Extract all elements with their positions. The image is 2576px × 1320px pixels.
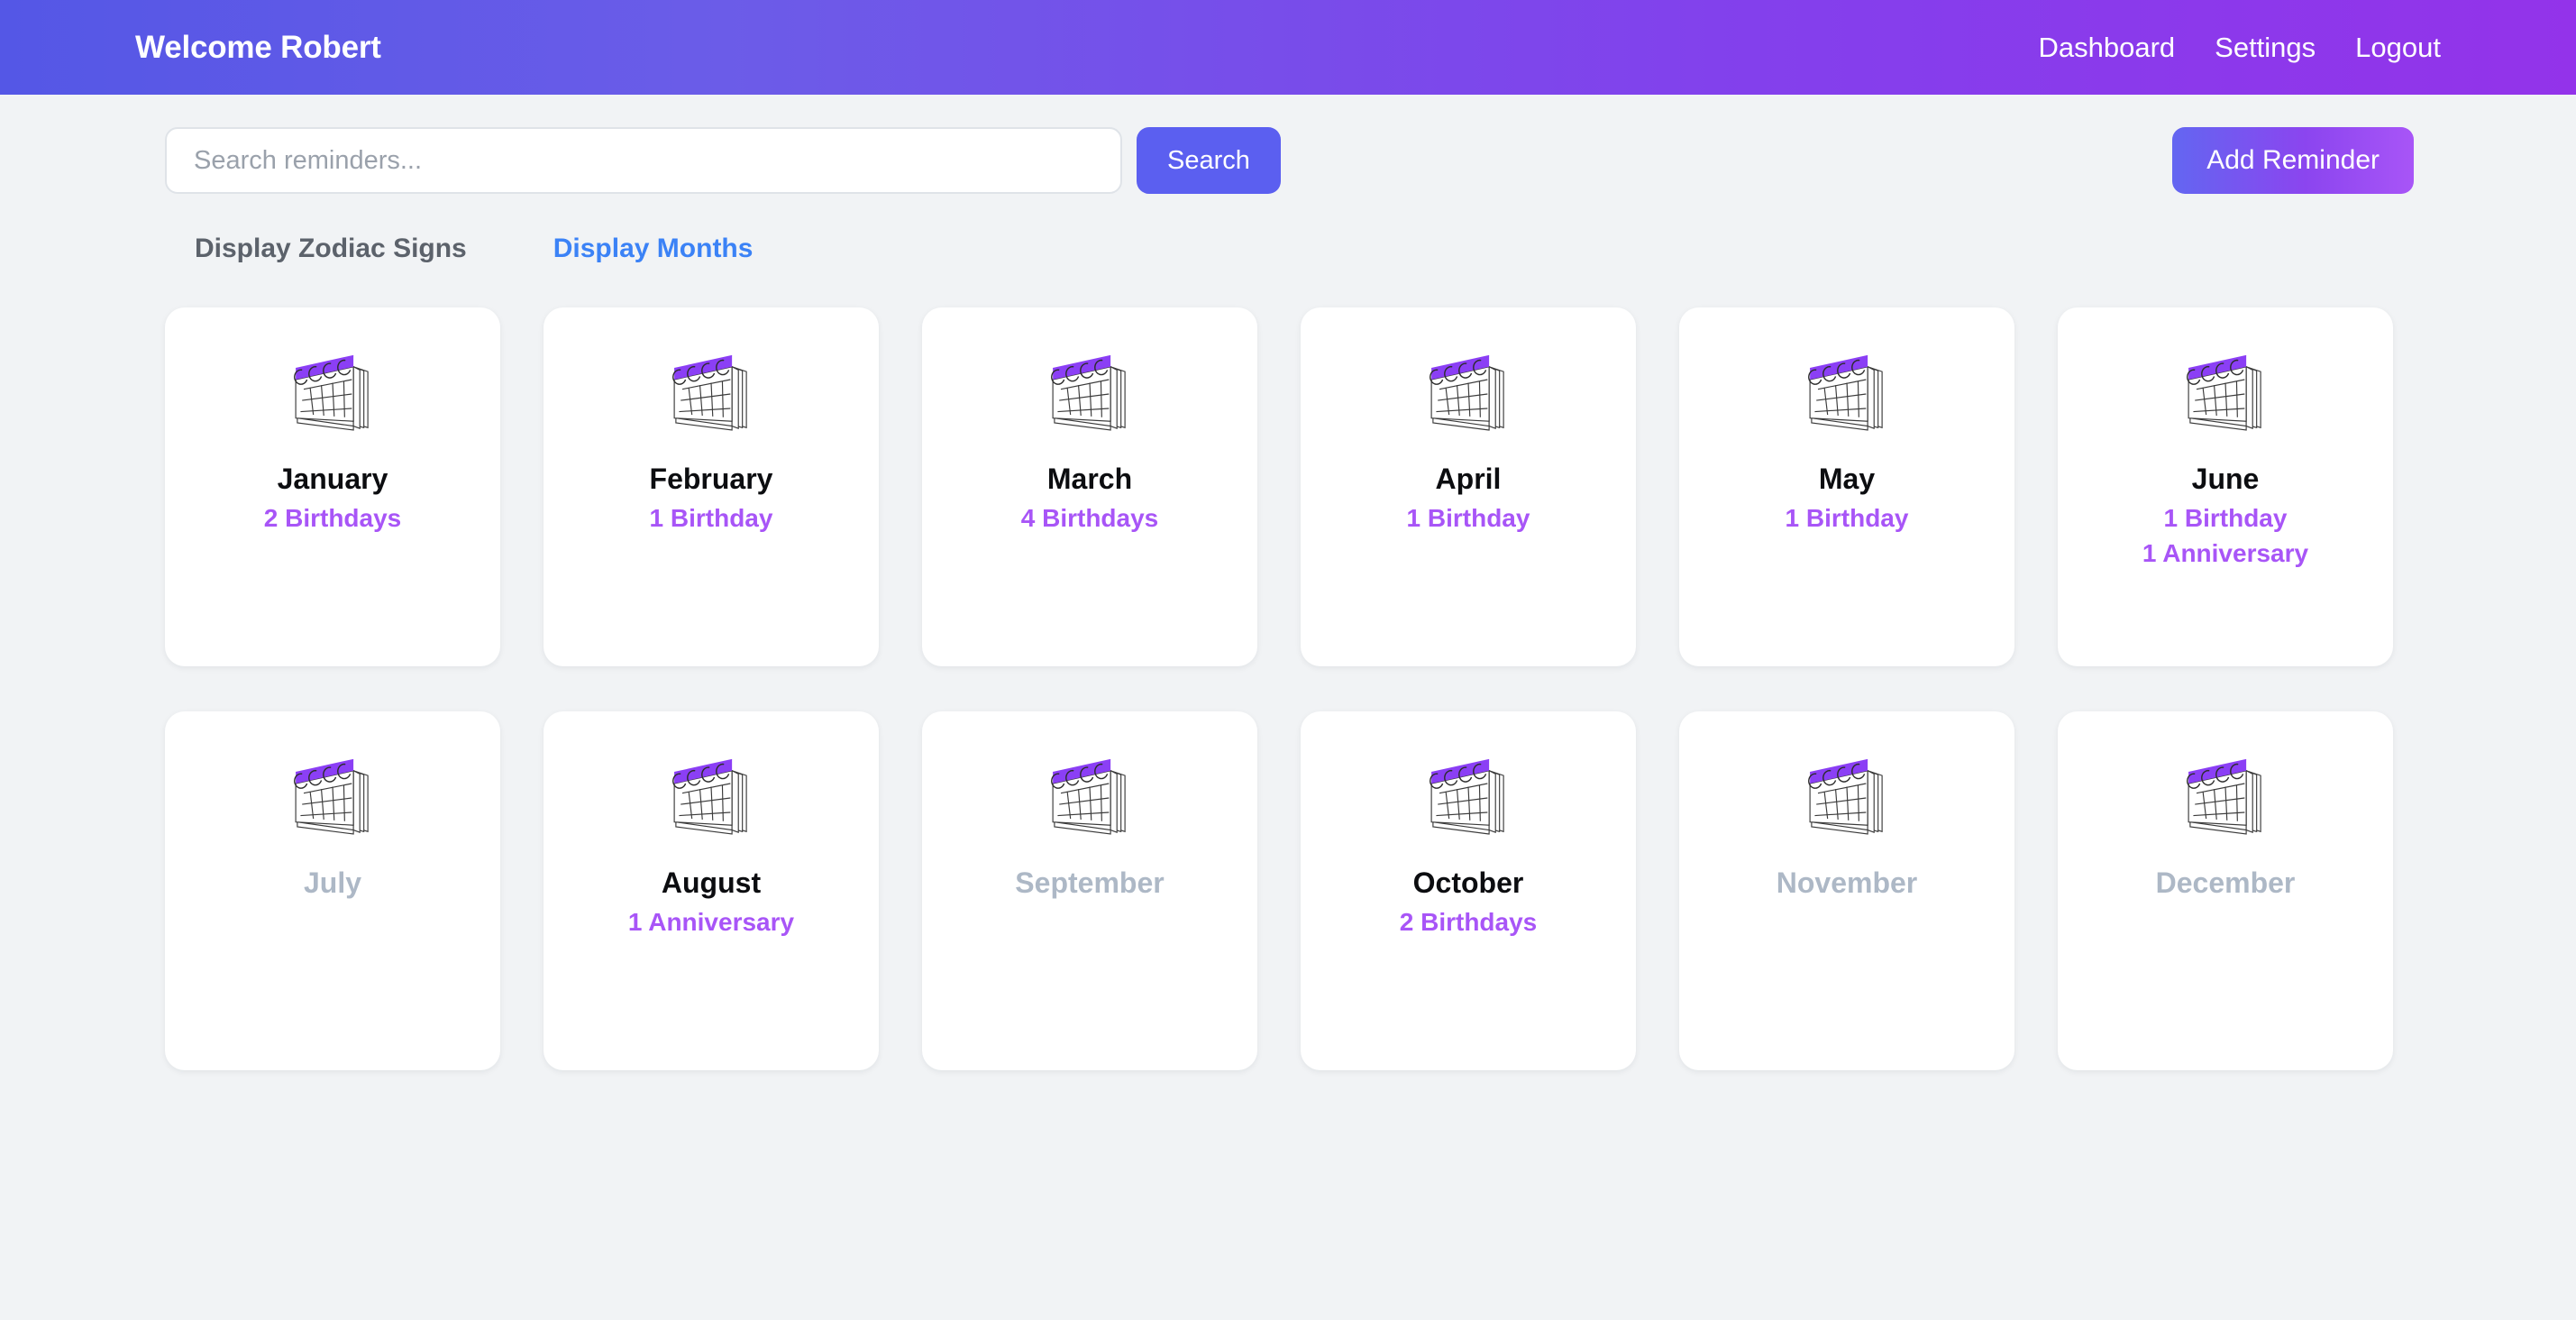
view-mode-tabs: Display Zodiac Signs Display Months — [0, 194, 2576, 264]
reminder-counts: 2 Birthdays — [264, 504, 402, 533]
month-name: September — [1015, 866, 1165, 899]
nav-link-logout[interactable]: Logout — [2355, 32, 2441, 64]
reminder-counts: 1 Birthday 1 Anniversary — [2142, 504, 2308, 568]
month-name: July — [303, 866, 362, 899]
reminder-count: 2 Birthdays — [263, 504, 402, 532]
calendar-icon — [662, 351, 760, 437]
reminder-counts: 1 Birthday — [650, 504, 773, 533]
reminder-count: 1 Birthday — [649, 504, 773, 532]
month-name: June — [2191, 463, 2260, 495]
nav-link-dashboard[interactable]: Dashboard — [2039, 32, 2176, 64]
reminder-count: 1 Anniversary — [2142, 539, 2309, 567]
calendar-icon — [1798, 755, 1895, 841]
month-name: November — [1776, 866, 1918, 899]
calendar-icon — [662, 755, 760, 841]
month-card-september[interactable]: September — [922, 711, 1257, 1070]
month-card-april[interactable]: April 1 Birthday — [1301, 307, 1636, 666]
month-card-grid: January 2 Birthdays February 1 Birthday … — [0, 264, 2576, 1070]
month-name: May — [1818, 463, 1876, 495]
month-card-november[interactable]: November — [1679, 711, 2014, 1070]
month-name: April — [1435, 463, 1502, 495]
reminder-count: 2 Birthdays — [1399, 908, 1538, 936]
reminder-count: 1 Birthday — [1406, 504, 1530, 532]
reminder-count: 1 Anniversary — [627, 908, 795, 936]
month-name: October — [1412, 866, 1524, 899]
calendar-icon — [1420, 351, 1517, 437]
search-input[interactable] — [165, 127, 1122, 194]
month-card-february[interactable]: February 1 Birthday — [544, 307, 879, 666]
toolbar: Search Add Reminder — [0, 95, 2576, 194]
calendar-icon — [1420, 755, 1517, 841]
reminder-count: 4 Birthdays — [1020, 504, 1159, 532]
reminder-counts: 1 Birthday — [1407, 504, 1530, 533]
reminder-counts: 2 Birthdays — [1400, 908, 1538, 937]
month-card-october[interactable]: October 2 Birthdays — [1301, 711, 1636, 1070]
calendar-icon — [2177, 351, 2274, 437]
calendar-icon — [1041, 755, 1138, 841]
month-card-march[interactable]: March 4 Birthdays — [922, 307, 1257, 666]
tab-display-zodiac-signs[interactable]: Display Zodiac Signs — [195, 234, 467, 264]
calendar-icon — [2177, 755, 2274, 841]
month-card-december[interactable]: December — [2058, 711, 2393, 1070]
nav-links: Dashboard Settings Logout — [2039, 32, 2442, 64]
search-group: Search — [165, 127, 1281, 194]
month-name: December — [2155, 866, 2296, 899]
reminder-count: 1 Birthday — [2163, 504, 2288, 532]
calendar-icon — [284, 351, 381, 437]
reminder-counts: 1 Anniversary — [628, 908, 794, 937]
month-card-may[interactable]: May 1 Birthday — [1679, 307, 2014, 666]
month-card-july[interactable]: July — [165, 711, 500, 1070]
month-card-january[interactable]: January 2 Birthdays — [165, 307, 500, 666]
month-name: January — [277, 463, 388, 495]
reminder-counts: 4 Birthdays — [1021, 504, 1159, 533]
month-name: March — [1046, 463, 1133, 495]
search-button[interactable]: Search — [1137, 127, 1281, 194]
welcome-title: Welcome Robert — [135, 29, 381, 65]
reminder-counts: 1 Birthday — [1786, 504, 1909, 533]
calendar-icon — [1041, 351, 1138, 437]
month-card-august[interactable]: August 1 Anniversary — [544, 711, 879, 1070]
month-name: August — [661, 866, 762, 899]
calendar-icon — [1798, 351, 1895, 437]
top-navigation-bar: Welcome Robert Dashboard Settings Logout — [0, 0, 2576, 95]
tab-display-months[interactable]: Display Months — [553, 234, 754, 264]
reminder-count: 1 Birthday — [1785, 504, 1909, 532]
nav-link-settings[interactable]: Settings — [2215, 32, 2316, 64]
add-reminder-button[interactable]: Add Reminder — [2172, 127, 2414, 194]
month-card-june[interactable]: June 1 Birthday 1 Anniversary — [2058, 307, 2393, 666]
calendar-icon — [284, 755, 381, 841]
month-name: February — [649, 463, 773, 495]
